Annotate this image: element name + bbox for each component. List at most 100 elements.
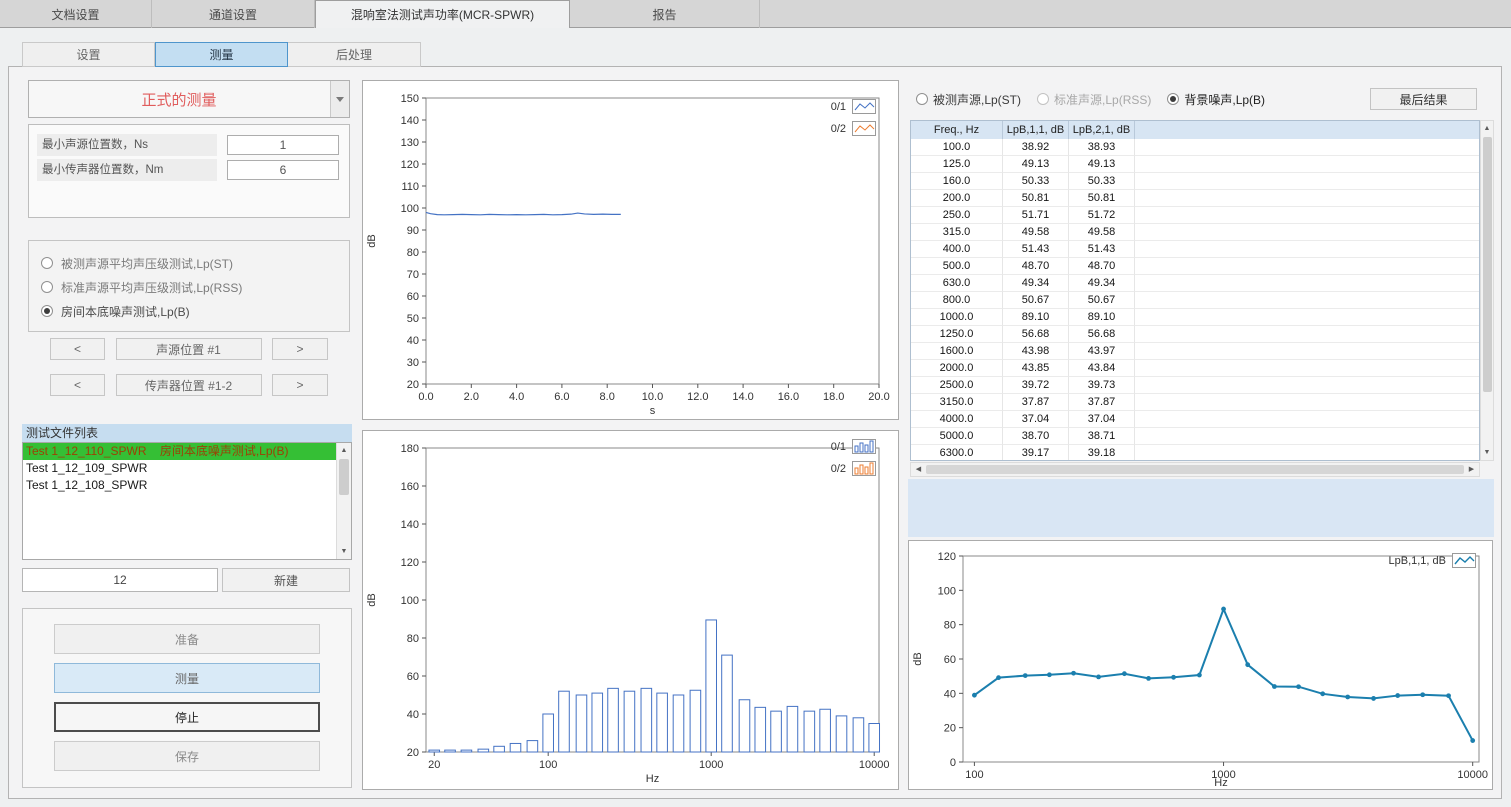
scroll-right-icon[interactable]: ▶ (1464, 463, 1479, 476)
legend-label: 0/1 (831, 101, 846, 113)
result-table-row[interactable]: 4000.037.0437.04 (911, 411, 1479, 428)
nav-next-button[interactable]: > (272, 338, 328, 360)
result-table-cell-filler (1135, 156, 1479, 173)
result-table-cell: 37.04 (1003, 411, 1069, 428)
result-table-row[interactable]: 315.049.5849.58 (911, 224, 1479, 241)
parameter-input[interactable] (227, 135, 339, 155)
nav-prev-button[interactable]: < (50, 374, 105, 396)
top-tab-2[interactable]: 通道设置 (152, 0, 315, 28)
svg-text:0: 0 (950, 757, 956, 769)
nav-prev-button[interactable]: < (50, 338, 105, 360)
result-table-row[interactable]: 630.049.3449.34 (911, 275, 1479, 292)
measure-button[interactable]: 测量 (54, 663, 320, 693)
result-table-cell: 2000.0 (911, 360, 1003, 377)
svg-text:60: 60 (944, 654, 956, 666)
result-table-row[interactable]: 6300.039.1739.18 (911, 445, 1479, 461)
result-table-cell: 4000.0 (911, 411, 1003, 428)
svg-text:100: 100 (965, 769, 983, 781)
result-table-cell: 39.18 (1069, 445, 1135, 461)
radio-circle-icon (1037, 93, 1049, 105)
scroll-thumb[interactable] (1483, 137, 1492, 392)
prepare-button[interactable]: 准备 (54, 624, 320, 654)
result-table-row[interactable]: 1250.056.6856.68 (911, 326, 1479, 343)
display-source-radio-option[interactable]: 标准声源,Lp(RSS) (1037, 91, 1151, 108)
result-table-cell: 50.81 (1069, 190, 1135, 207)
legend-label: 0/2 (831, 463, 846, 475)
test-type-radio-option[interactable]: 房间本底噪声测试,Lp(B) (41, 299, 349, 323)
result-table-cell-filler (1135, 445, 1479, 461)
result-table-cell: 89.10 (1069, 309, 1135, 326)
result-table-cell: 37.87 (1003, 394, 1069, 411)
result-table-row[interactable]: 2000.043.8543.84 (911, 360, 1479, 377)
new-file-button[interactable]: 新建 (222, 568, 350, 592)
result-table-cell: 39.17 (1003, 445, 1069, 461)
result-table-cell: 1000.0 (911, 309, 1003, 326)
top-tab-3[interactable]: 混响室法测试声功率(MCR-SPWR) (315, 0, 570, 28)
radio-label: 背景噪声,Lp(B) (1184, 91, 1265, 108)
parameter-input[interactable] (227, 160, 339, 180)
table-horizontal-scrollbar[interactable]: ◀ ▶ (910, 462, 1480, 477)
result-table-row[interactable]: 1600.043.9843.97 (911, 343, 1479, 360)
result-table-cell: 49.34 (1003, 275, 1069, 292)
sub-tab-3[interactable]: 后处理 (288, 42, 421, 67)
test-type-radio-option[interactable]: 标准声源平均声压级测试,Lp(RSS) (41, 275, 349, 299)
top-tab-4[interactable]: 报告 (570, 0, 760, 28)
result-table-cell: 160.0 (911, 173, 1003, 190)
table-vertical-scrollbar[interactable]: ▲ ▼ (1480, 120, 1494, 461)
scroll-down-icon[interactable]: ▼ (1481, 445, 1493, 460)
spectrum-bar-chart: 2040608010012014016018020100100010000Hzd… (363, 431, 898, 789)
result-table-row[interactable]: 800.050.6750.67 (911, 292, 1479, 309)
result-table-row[interactable]: 3150.037.8737.87 (911, 394, 1479, 411)
legend-line-icon-orange (852, 121, 876, 136)
scroll-left-icon[interactable]: ◀ (911, 463, 926, 476)
scroll-up-icon[interactable]: ▲ (1481, 121, 1493, 136)
display-source-radio-option[interactable]: 背景噪声,Lp(B) (1167, 91, 1265, 108)
svg-text:120: 120 (401, 159, 419, 171)
top-tab-1[interactable]: 文档设置 (0, 0, 152, 28)
measurement-mode-select[interactable]: 正式的测量 (28, 80, 350, 118)
scroll-thumb[interactable] (339, 459, 349, 495)
final-result-button[interactable]: 最后结果 (1370, 88, 1477, 110)
position-nav-row-2: < 传声器位置 #1-2 > (50, 374, 328, 396)
stop-button[interactable]: 停止 (54, 702, 320, 732)
sub-tab-1[interactable]: 设置 (22, 42, 155, 67)
result-table-cell: 200.0 (911, 190, 1003, 207)
result-table-row[interactable]: 1000.089.1089.10 (911, 309, 1479, 326)
result-table-row[interactable]: 5000.038.7038.71 (911, 428, 1479, 445)
test-file-list: Test 1_12_110_SPWR 房间本底噪声测试,Lp(B)Test 1_… (22, 442, 352, 560)
result-table-row[interactable]: 400.051.4351.43 (911, 241, 1479, 258)
dropdown-arrow-icon[interactable] (330, 81, 349, 117)
scroll-up-icon[interactable]: ▲ (337, 443, 351, 458)
result-table-row[interactable]: 200.050.8150.81 (911, 190, 1479, 207)
nav-next-button[interactable]: > (272, 374, 328, 396)
scroll-down-icon[interactable]: ▼ (337, 544, 351, 559)
test-type-radio-option[interactable]: 被测声源平均声压级测试,Lp(ST) (41, 251, 349, 275)
sub-tab-2[interactable]: 测量 (155, 42, 288, 67)
nav-label-button[interactable]: 声源位置 #1 (116, 338, 262, 360)
display-source-radio-option[interactable]: 被测声源,Lp(ST) (916, 91, 1021, 108)
svg-text:dB: dB (366, 234, 378, 247)
file-list-item[interactable]: Test 1_12_108_SPWR (23, 477, 336, 494)
chart-panel-result: 020406080100120100100010000HzdB LpB,1,1,… (908, 540, 1493, 790)
legend-bar-icon-blue (852, 439, 876, 454)
nav-label-button[interactable]: 传声器位置 #1-2 (116, 374, 262, 396)
result-table-row[interactable]: 500.048.7048.70 (911, 258, 1479, 275)
save-button[interactable]: 保存 (54, 741, 320, 771)
result-table-row[interactable]: 125.049.1349.13 (911, 156, 1479, 173)
result-table-row[interactable]: 250.051.7151.72 (911, 207, 1479, 224)
svg-text:6.0: 6.0 (554, 391, 569, 403)
file-list-scrollbar[interactable]: ▲ ▼ (336, 443, 351, 559)
right-panel-spacer (908, 479, 1494, 537)
result-table-cell: 3150.0 (911, 394, 1003, 411)
chart-panel-spectrum: 2040608010012014016018020100100010000Hzd… (362, 430, 899, 790)
file-list-item[interactable]: Test 1_12_110_SPWR 房间本底噪声测试,Lp(B) (23, 443, 336, 460)
result-table-cell-filler (1135, 207, 1479, 224)
file-list-item[interactable]: Test 1_12_109_SPWR (23, 460, 336, 477)
position-nav-row-1: < 声源位置 #1 > (50, 338, 328, 360)
result-table-row[interactable]: 100.038.9238.93 (911, 139, 1479, 156)
parameter-label: 最小传声器位置数，Nm (37, 159, 217, 181)
result-table-row[interactable]: 2500.039.7239.73 (911, 377, 1479, 394)
scroll-thumb[interactable] (926, 465, 1464, 474)
file-number-input[interactable] (22, 568, 218, 592)
result-table-row[interactable]: 160.050.3350.33 (911, 173, 1479, 190)
